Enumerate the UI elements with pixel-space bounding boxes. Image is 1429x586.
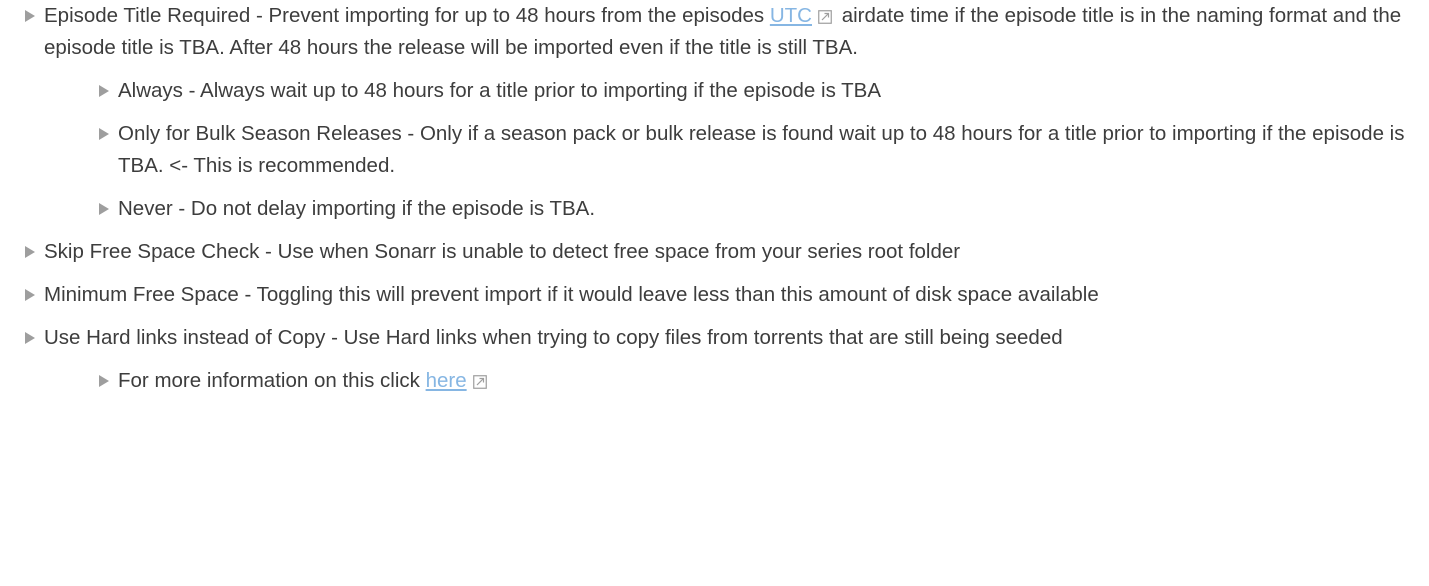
triangle-right-icon (18, 279, 42, 311)
hard-links-more-info: For more information on this click here (44, 365, 1429, 397)
sub-item-more-info: For more information on this click here (74, 365, 1429, 397)
settings-list: Episode Title Required - Prevent importi… (0, 0, 1429, 397)
sub-item-text: Only for Bulk Season Releases - Only if … (118, 122, 1405, 177)
list-item-use-hard-links: Use Hard links instead of Copy - Use Har… (0, 322, 1429, 397)
sub-item-never: Never - Do not delay importing if the ep… (74, 193, 1429, 225)
sub-item-text: Never - Do not delay importing if the ep… (118, 197, 596, 220)
sub-item-text: Always - Always wait up to 48 hours for … (118, 79, 882, 102)
external-link-icon[interactable] (472, 375, 487, 389)
sub-item-bulk-season: Only for Bulk Season Releases - Only if … (74, 118, 1429, 182)
here-link[interactable]: here (426, 369, 467, 392)
list-item-text: Use Hard links instead of Copy - Use Har… (44, 326, 1063, 349)
list-item-text: Episode Title Required - Prevent importi… (44, 4, 770, 27)
episode-title-options: Always - Always wait up to 48 hours for … (44, 75, 1429, 225)
document-body: Episode Title Required - Prevent importi… (0, 0, 1429, 397)
triangle-right-icon (18, 0, 42, 32)
sub-item-text: For more information on this click (118, 369, 426, 392)
triangle-right-icon (92, 365, 116, 397)
list-item-skip-free-space-check: Skip Free Space Check - Use when Sonarr … (0, 236, 1429, 268)
sub-item-always: Always - Always wait up to 48 hours for … (74, 75, 1429, 107)
external-link-icon[interactable] (818, 10, 832, 24)
list-item-text: Minimum Free Space - Toggling this will … (44, 283, 1099, 306)
triangle-right-icon (92, 118, 116, 150)
triangle-right-icon (92, 75, 116, 107)
list-item-text: Skip Free Space Check - Use when Sonarr … (44, 240, 961, 263)
triangle-right-icon (92, 193, 116, 225)
triangle-right-icon (18, 322, 42, 354)
triangle-right-icon (18, 236, 42, 268)
list-item-minimum-free-space: Minimum Free Space - Toggling this will … (0, 279, 1429, 311)
list-item-episode-title-required: Episode Title Required - Prevent importi… (0, 0, 1429, 225)
utc-link[interactable]: UTC (770, 4, 812, 27)
